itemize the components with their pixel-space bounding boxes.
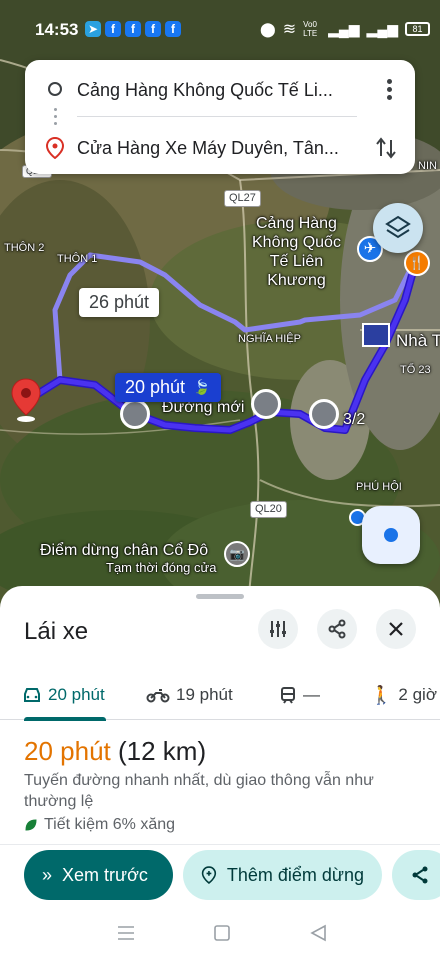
facebook-icon: f: [145, 21, 161, 37]
road-shield-ql27-text: QL27: [229, 192, 256, 204]
home-nav-icon[interactable]: [214, 925, 230, 941]
battery-icon: 81: [405, 22, 430, 36]
leaf-icon: [25, 819, 37, 831]
label-3-2: 3/2: [343, 411, 366, 428]
label-thon-1: THÔN 1: [57, 253, 98, 265]
my-location-button[interactable]: [362, 506, 420, 564]
signal-icon: ▂▄▆: [366, 20, 398, 37]
fuel-savings: Tiết kiệm 6% xăng: [24, 816, 175, 834]
label-airport: Cảng Hàng Không Quốc Tế Liên Khương: [252, 215, 341, 289]
main-route-time-label[interactable]: 20 phút 🍃: [115, 373, 221, 402]
facebook-icon: f: [165, 21, 181, 37]
status-bar: 14:53 ➤ f f f f ⬤ ≋ Vo0 LTE ▂▄▆ ▂▄▆ 81: [0, 0, 440, 56]
label-to-23: TỔ 23: [400, 364, 431, 376]
summary-time: 20 phút: [24, 736, 111, 766]
origin-row[interactable]: Cảng Hàng Không Quốc Tế Li...: [25, 65, 415, 115]
share-button[interactable]: [317, 609, 357, 649]
leaf-icon: 🍃: [193, 379, 211, 395]
tab-walking-label: 2 giờ 4: [398, 685, 440, 704]
label-nghia-hiep: NGHĨA HIỆP: [238, 333, 301, 345]
destination-text[interactable]: Cửa Hàng Xe Máy Duyên, Tân...: [77, 138, 357, 159]
road-shield-ql20: QL20: [250, 501, 287, 519]
wifi-icon: ≋: [282, 21, 297, 38]
back-nav-icon[interactable]: [310, 924, 326, 942]
summary-distance: (12 km): [118, 736, 207, 766]
store-marker-icon[interactable]: [362, 323, 390, 347]
road-shield-ql20-text: QL20: [255, 503, 282, 515]
route-waypoint-icon: [120, 399, 150, 429]
swap-icon[interactable]: [375, 136, 397, 160]
tab-driving[interactable]: 20 phút: [22, 672, 105, 718]
main-route-time-text: 20 phút: [125, 377, 186, 397]
active-tab-indicator: [24, 717, 106, 721]
destination-marker-icon: [46, 137, 64, 159]
motorbike-icon: [146, 689, 170, 703]
drag-handle[interactable]: [196, 594, 244, 599]
facebook-icon: f: [125, 21, 141, 37]
alt-route-time-label[interactable]: 26 phút: [79, 288, 160, 317]
menu-nav-icon[interactable]: [118, 926, 134, 940]
share-icon: [328, 619, 346, 639]
label-nha-t: Nhà T: [396, 331, 440, 350]
share-icon: [412, 866, 428, 884]
preview-button[interactable]: » Xem trước: [24, 850, 173, 900]
walk-icon: 🚶: [370, 684, 393, 705]
tab-driving-label: 20 phút: [48, 685, 105, 704]
origin-text[interactable]: Cảng Hàng Không Quốc Tế Li...: [77, 80, 357, 101]
close-button[interactable]: [376, 609, 416, 649]
label-nin: NIN: [418, 160, 437, 172]
destination-row[interactable]: Cửa Hàng Xe Máy Duyên, Tân...: [25, 123, 415, 173]
summary-description: Tuyến đường nhanh nhất, dù giao thông vẫ…: [24, 772, 374, 810]
restaurant-pin-icon[interactable]: 🍴: [404, 250, 430, 276]
telegram-icon: ➤: [85, 21, 101, 37]
label-co-do-status: Tạm thời đóng cửa: [106, 560, 217, 575]
system-nav-bar: [0, 910, 440, 960]
origin-circle-icon: [48, 82, 62, 96]
tab-transit[interactable]: —: [279, 672, 320, 718]
share-route-button[interactable]: [392, 850, 440, 900]
sheet-title: Lái xe: [24, 618, 89, 645]
battery-level: 81: [412, 24, 423, 34]
label-co-do: Điểm dừng chân Cổ Đô: [40, 542, 209, 559]
double-chevron-icon: »: [42, 864, 53, 885]
network-label: Vo0 LTE: [303, 20, 318, 38]
action-divider: [0, 844, 440, 845]
label-thon-2: THÔN 2: [4, 242, 45, 254]
road-shield-ql27: QL27: [224, 190, 261, 208]
route-waypoint-icon: [251, 389, 281, 419]
tune-icon: [270, 621, 286, 637]
fuel-savings-text: Tiết kiệm 6% xăng: [44, 816, 176, 833]
status-time: 14:53: [35, 20, 79, 39]
more-options-icon[interactable]: [387, 79, 393, 100]
location-icon: ⬤: [260, 20, 276, 37]
status-right-icons: ⬤ ≋ Vo0 LTE ▂▄▆ ▂▄▆ 81: [260, 18, 430, 40]
add-stop-button[interactable]: Thêm điểm dừng: [183, 850, 382, 900]
layers-button[interactable]: [373, 203, 423, 253]
tab-motorbike[interactable]: 19 phút: [146, 672, 233, 718]
car-icon: [24, 688, 40, 702]
close-icon: [389, 622, 403, 636]
transit-icon: [281, 687, 295, 704]
route-card: Cảng Hàng Không Quốc Tế Li... Cửa Hàng X…: [25, 60, 415, 174]
route-options-button[interactable]: [258, 609, 298, 649]
preview-button-label: Xem trước: [62, 864, 148, 885]
destination-pin-icon: [10, 377, 42, 423]
tab-transit-label: —: [303, 685, 320, 704]
tab-walking[interactable]: 🚶 2 giờ 4: [370, 672, 440, 718]
add-stop-button-label: Thêm điểm dừng: [226, 864, 364, 885]
label-phu-hoi: PHÚ HỘI: [356, 481, 402, 493]
facebook-icon: f: [105, 21, 121, 37]
camera-pin-icon[interactable]: 📷: [224, 541, 250, 567]
signal-icon: ▂▄▆: [328, 20, 360, 37]
travel-mode-tabs: 20 phút 19 phút — 🚶 2 giờ 4: [0, 672, 440, 720]
add-location-icon: [201, 866, 217, 884]
route-divider: [77, 116, 357, 117]
route-waypoint-icon: [309, 399, 339, 429]
directions-sheet: Lái xe 20 phút 19 phút — 🚶 2 giờ 20 phút…: [0, 586, 440, 960]
tab-motorbike-label: 19 phút: [176, 685, 233, 704]
